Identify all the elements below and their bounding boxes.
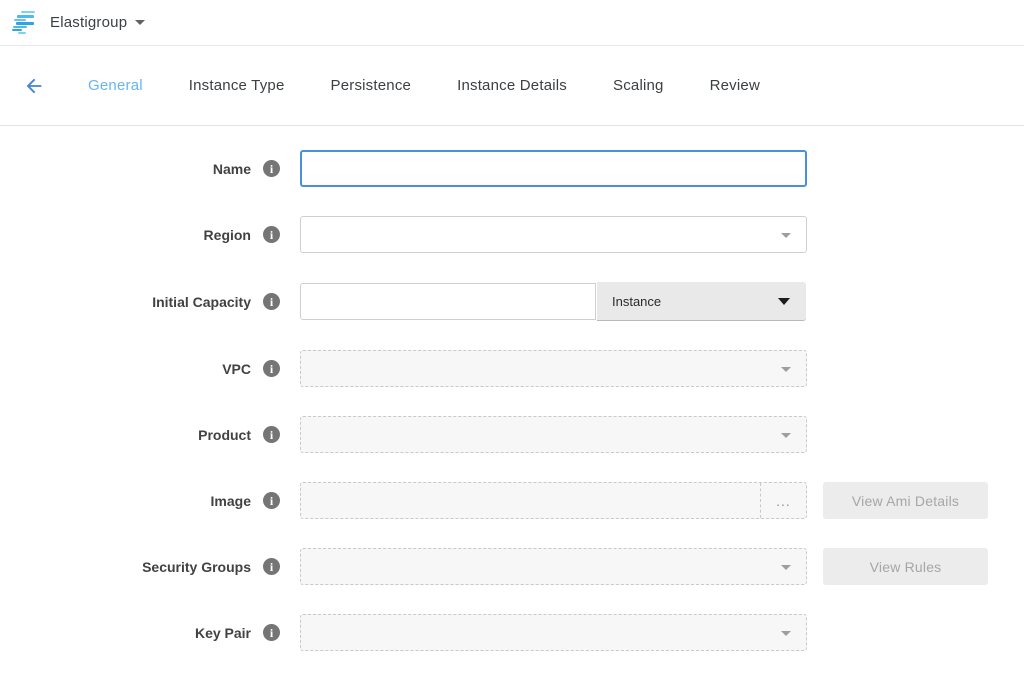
product-label: Product (198, 427, 251, 443)
field-row-region: Region (0, 216, 1024, 253)
field-row-key-pair: Key Pair (0, 614, 1024, 651)
chevron-down-icon (781, 631, 791, 636)
chevron-down-icon (781, 367, 791, 372)
tab-scaling[interactable]: Scaling (613, 77, 664, 94)
field-row-vpc: VPC (0, 350, 1024, 387)
capacity-unit-select[interactable]: Instance (597, 282, 806, 321)
wizard-tabs: General Instance Type Persistence Instan… (88, 77, 806, 94)
initial-capacity-input[interactable] (300, 283, 596, 320)
region-select[interactable] (300, 216, 807, 253)
region-label: Region (204, 227, 251, 243)
chevron-down-icon (781, 433, 791, 438)
tab-general[interactable]: General (88, 77, 143, 94)
initial-capacity-label: Initial Capacity (152, 294, 251, 310)
tab-instance-details[interactable]: Instance Details (457, 77, 567, 94)
vpc-select (300, 350, 807, 387)
info-icon[interactable] (263, 558, 280, 575)
key-pair-select (300, 614, 807, 651)
image-browse-button: ... (760, 483, 806, 518)
tab-instance-type[interactable]: Instance Type (189, 77, 285, 94)
field-row-security-groups: Security Groups View Rules (0, 548, 1024, 585)
chevron-down-icon (135, 20, 145, 25)
view-rules-button: View Rules (823, 548, 988, 585)
info-icon[interactable] (263, 160, 280, 177)
image-label: Image (211, 493, 251, 509)
view-ami-details-button: View Ami Details (823, 482, 988, 519)
info-icon[interactable] (263, 293, 280, 310)
general-settings-form: Name Region Initial Capacity Instance (0, 126, 1024, 651)
field-row-product: Product (0, 416, 1024, 453)
key-pair-label: Key Pair (195, 625, 251, 641)
field-row-initial-capacity: Initial Capacity Instance (0, 282, 1024, 321)
info-icon[interactable] (263, 492, 280, 509)
field-row-image: Image ... View Ami Details (0, 482, 1024, 519)
chevron-down-icon (781, 565, 791, 570)
field-row-name: Name (0, 150, 1024, 187)
security-groups-select (300, 548, 807, 585)
security-groups-label: Security Groups (142, 559, 251, 575)
vpc-label: VPC (222, 361, 251, 377)
name-input[interactable] (300, 150, 807, 187)
tab-review[interactable]: Review (710, 77, 760, 94)
tab-persistence[interactable]: Persistence (331, 77, 412, 94)
elastigroup-logo (12, 11, 40, 34)
app-name: Elastigroup (50, 14, 127, 31)
chevron-down-icon (778, 298, 790, 305)
image-input: ... (300, 482, 807, 519)
info-icon[interactable] (263, 426, 280, 443)
app-switcher[interactable]: Elastigroup (50, 14, 145, 31)
name-label: Name (213, 161, 251, 177)
back-arrow-icon (23, 75, 45, 97)
info-icon[interactable] (263, 226, 280, 243)
product-select (300, 416, 807, 453)
capacity-unit-value: Instance (612, 294, 661, 309)
top-bar: Elastigroup (0, 0, 1024, 46)
info-icon[interactable] (263, 624, 280, 641)
wizard-tab-bar: General Instance Type Persistence Instan… (0, 46, 1024, 126)
chevron-down-icon (781, 233, 791, 238)
back-button[interactable] (20, 72, 48, 100)
info-icon[interactable] (263, 360, 280, 377)
